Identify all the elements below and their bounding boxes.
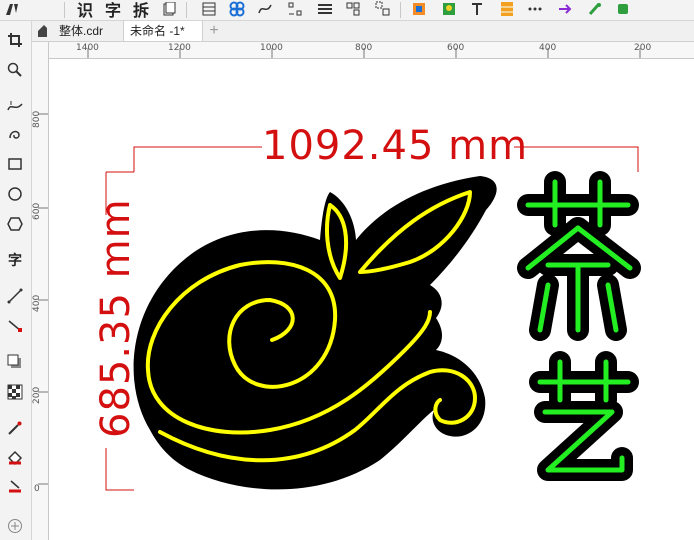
- smart-fill-icon[interactable]: [4, 475, 26, 497]
- grid-icon[interactable]: [496, 0, 518, 18]
- ruler-label: 1000: [260, 43, 283, 53]
- dimension-icon[interactable]: [4, 285, 26, 307]
- toolbar-item-split[interactable]: 拆: [132, 0, 150, 20]
- artistic-media-icon[interactable]: [4, 123, 26, 145]
- interactive-fill-icon[interactable]: [4, 447, 26, 469]
- zoom-icon[interactable]: [4, 59, 26, 81]
- height-dimension-label[interactable]: 685.35 mm: [93, 198, 139, 438]
- vertical-ruler[interactable]: 800 600 400 200 0: [32, 42, 49, 540]
- align-icon[interactable]: [284, 0, 306, 18]
- top-toolbar: 识 字 拆: [0, 0, 694, 21]
- ruler-label: 200: [32, 386, 42, 404]
- shadow-icon[interactable]: [4, 351, 26, 373]
- transparency-icon[interactable]: [4, 381, 26, 403]
- ellipse-icon[interactable]: [4, 183, 26, 205]
- ruler-label: 600: [32, 202, 42, 220]
- rectangle-icon[interactable]: [4, 153, 26, 175]
- ruler-label: 800: [32, 110, 42, 128]
- image-b-icon[interactable]: [438, 0, 460, 18]
- toolbox: 字: [0, 21, 32, 540]
- plugin-icon[interactable]: [584, 0, 606, 18]
- plugin-b-icon[interactable]: [612, 0, 634, 18]
- ruler-label: 400: [539, 43, 557, 53]
- tab-document-整体[interactable]: 整体.cdr: [53, 21, 123, 41]
- fx-icon[interactable]: [254, 0, 276, 18]
- document-tab-bar: 整体.cdr 未命名 -1* +: [31, 21, 694, 42]
- ruler-label: 1200: [168, 43, 191, 53]
- tab-document-untitled[interactable]: 未命名 -1*: [123, 21, 203, 41]
- group-icon[interactable]: [342, 0, 364, 18]
- polygon-icon[interactable]: [4, 213, 26, 235]
- ruler-label: 200: [634, 43, 652, 53]
- toolbar-item-recognize[interactable]: 识: [76, 0, 94, 20]
- width-dimension-label[interactable]: 1092.45 mm: [262, 126, 528, 166]
- new-tab-button[interactable]: +: [203, 21, 225, 41]
- ungroup-icon[interactable]: [372, 0, 394, 18]
- table-icon[interactable]: [198, 0, 220, 18]
- ruler-label: 0: [34, 484, 40, 494]
- knot-icon[interactable]: [226, 0, 248, 18]
- connector-icon[interactable]: [4, 315, 26, 337]
- freehand-icon[interactable]: [4, 95, 26, 117]
- eyedropper-icon[interactable]: [4, 417, 26, 439]
- arrow-icon[interactable]: [554, 0, 576, 18]
- home-icon[interactable]: [31, 21, 53, 41]
- toolbar-item-character[interactable]: 字: [104, 0, 122, 20]
- ruler-label: 400: [32, 294, 42, 312]
- image-a-icon[interactable]: [408, 0, 430, 18]
- crop-icon[interactable]: [4, 29, 26, 51]
- text-tool-icon[interactable]: 字: [4, 249, 26, 271]
- lines-icon[interactable]: [314, 0, 336, 18]
- horizontal-ruler[interactable]: 1400 1200 1000 800 600 400 200: [48, 42, 694, 59]
- text-tool-icon[interactable]: [158, 0, 180, 18]
- ruler-label: 1400: [76, 43, 99, 53]
- pen-icon[interactable]: [2, 0, 22, 18]
- add-tool-icon[interactable]: [4, 515, 26, 537]
- ruler-label: 800: [355, 43, 373, 53]
- ruler-label: 600: [447, 43, 465, 53]
- dots-icon[interactable]: [524, 0, 546, 18]
- text-tools-icon[interactable]: [466, 0, 488, 18]
